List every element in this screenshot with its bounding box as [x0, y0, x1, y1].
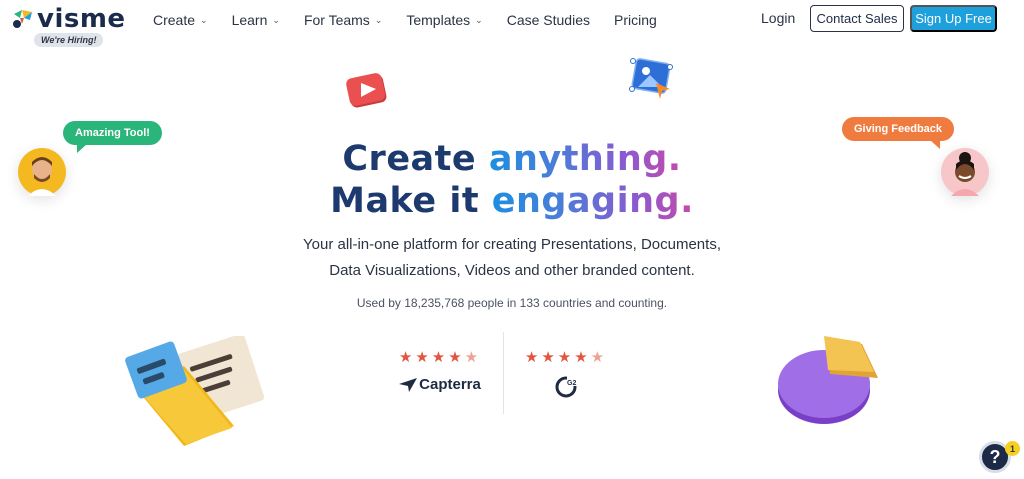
menu-item-label: Pricing	[614, 12, 657, 28]
capterra-brand: Capterra	[392, 376, 488, 393]
headline-word-engaging: engaging.	[491, 181, 694, 221]
logo-wordmark: visme	[37, 4, 126, 34]
main-menu: Create ⌄ Learn ⌄ For Teams ⌄ Templates ⌄…	[153, 10, 681, 30]
g2-superscript: G2	[567, 380, 576, 387]
capterra-rating[interactable]: ★★★★★ Capterra	[392, 348, 488, 393]
chevron-down-icon: ⌄	[272, 14, 280, 25]
g2-logo-icon: G2	[555, 376, 577, 398]
hero-subtitle-line-2: Data Visualizations, Videos and other br…	[329, 262, 695, 279]
g2-rating[interactable]: ★★★★★ G2	[518, 348, 614, 398]
star-rating-icon: ★★★★★	[524, 349, 608, 366]
menu-item-learn[interactable]: Learn ⌄	[232, 12, 280, 28]
chevron-down-icon: ⌄	[475, 14, 483, 25]
menu-item-create[interactable]: Create ⌄	[153, 12, 208, 28]
menu-item-label: Templates	[406, 12, 471, 28]
top-nav: visme We're Hiring! Create ⌄ Learn ⌄ For…	[0, 0, 1024, 47]
star-rating-icon: ★★★★★	[398, 349, 482, 366]
chevron-down-icon: ⌄	[374, 14, 383, 25]
pie-chart-icon	[778, 336, 878, 424]
chevron-down-icon: ⌄	[200, 14, 208, 25]
menu-item-case-studies[interactable]: Case Studies	[507, 12, 590, 28]
help-question-icon: ?	[989, 446, 1001, 467]
headline-word-make-it: Make it	[330, 181, 480, 221]
usage-stat: Used by 18,235,768 people in 133 countri…	[356, 296, 668, 310]
headline-word-create: Create	[342, 139, 477, 179]
hiring-badge[interactable]: We're Hiring!	[34, 33, 104, 47]
menu-item-label: Case Studies	[506, 12, 590, 28]
visme-logo[interactable]: visme We're Hiring!	[12, 4, 134, 47]
hero-subtitle-line-1: Your all-in-one platform for creating Pr…	[303, 236, 721, 253]
contact-sales-button[interactable]: Contact Sales	[810, 5, 904, 32]
menu-item-label: Create	[153, 12, 196, 28]
g2-brand: G2	[518, 376, 614, 398]
menu-item-label: Learn	[231, 12, 268, 28]
logo-mark-icon	[13, 10, 32, 28]
headline-line-2: Make it engaging.	[0, 180, 1024, 222]
video-play-icon	[346, 73, 387, 108]
help-notification-badge: 1	[1005, 441, 1020, 456]
image-edit-icon	[629, 58, 673, 99]
capterra-arrow-icon	[399, 377, 418, 392]
folder-documents-icon	[125, 336, 265, 446]
login-link[interactable]: Login	[761, 10, 795, 26]
rating-divider	[503, 332, 504, 414]
menu-item-templates[interactable]: Templates ⌄	[406, 12, 482, 28]
menu-item-pricing[interactable]: Pricing	[614, 12, 657, 28]
capterra-label: Capterra	[419, 376, 481, 393]
menu-item-label: For Teams	[303, 12, 370, 28]
headline-line-1: Create anything.	[0, 138, 1024, 180]
menu-item-for-teams[interactable]: For Teams ⌄	[304, 12, 382, 28]
headline-word-anything: anything.	[488, 139, 682, 179]
sign-up-button[interactable]: Sign Up Free	[910, 5, 997, 32]
